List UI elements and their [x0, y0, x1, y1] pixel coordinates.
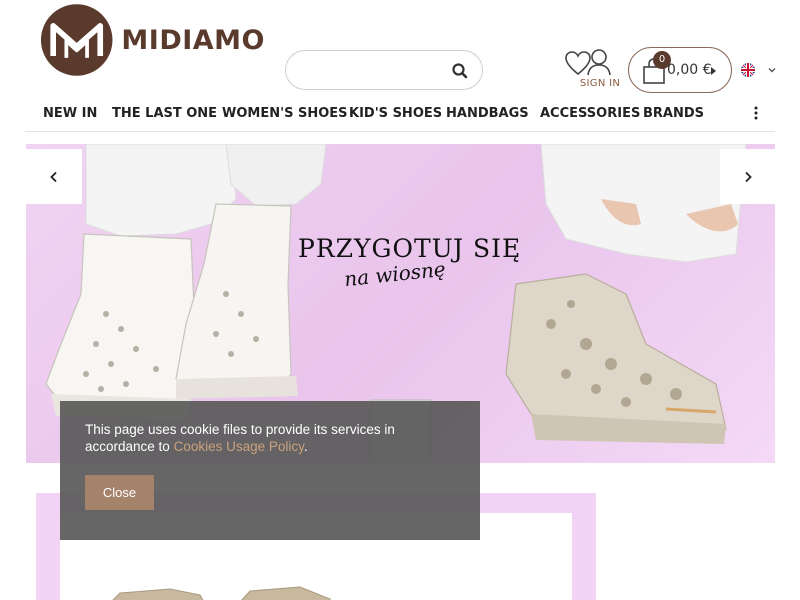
chevron-right-icon: [745, 171, 752, 182]
search-icon[interactable]: [450, 61, 470, 81]
sign-in-link[interactable]: SIGN IN: [574, 78, 626, 89]
chevron-down-icon: [768, 68, 776, 73]
logo[interactable]: MIDIAMO: [40, 0, 265, 80]
cookie-policy-link[interactable]: Cookies Usage Policy: [174, 439, 304, 454]
nav-item-new-in[interactable]: NEW IN: [43, 106, 97, 121]
banner-title: PRZYGOTUJ SIĘ: [298, 234, 522, 263]
nav-item-accessories[interactable]: ACCESSORIES: [540, 106, 640, 121]
logo-text: MIDIAMO: [121, 24, 265, 56]
nav-item-kids-shoes[interactable]: KID'S SHOES: [349, 106, 442, 121]
search-input[interactable]: [300, 59, 450, 83]
cookie-notice: This page uses cookie files to provide i…: [60, 401, 480, 540]
cookie-text: This page uses cookie files to provide i…: [85, 421, 455, 455]
uk-flag-icon: [741, 63, 755, 77]
carousel-next-button[interactable]: [720, 149, 776, 204]
user-icon[interactable]: [586, 48, 612, 76]
nav-item-handbags[interactable]: HANDBAGS: [446, 106, 529, 121]
logo-mark-icon: [40, 4, 113, 76]
more-vertical-icon[interactable]: [752, 106, 760, 120]
cookie-close-button[interactable]: Close: [85, 475, 154, 510]
nav-item-brands[interactable]: BRANDS: [643, 106, 704, 121]
page: MIDIAMO SIGN IN 0 0,00 € NEW IN THE LAST…: [0, 0, 800, 600]
chevron-left-icon: [50, 171, 57, 182]
nav-item-the-last-one[interactable]: THE LAST ONE: [112, 106, 217, 121]
main-nav: NEW IN THE LAST ONE WOMEN'S SHOES KID'S …: [25, 98, 775, 132]
cart-button[interactable]: 0 0,00 €: [628, 47, 732, 93]
cart-total: 0,00 €: [667, 62, 712, 78]
cookie-text-end: .: [303, 439, 308, 454]
carousel-prev-button[interactable]: [26, 149, 82, 204]
search-box: [285, 50, 483, 90]
caret-right-icon: [711, 67, 716, 75]
nav-item-womens-shoes[interactable]: WOMEN'S SHOES: [222, 106, 348, 121]
language-selector[interactable]: [741, 63, 781, 77]
